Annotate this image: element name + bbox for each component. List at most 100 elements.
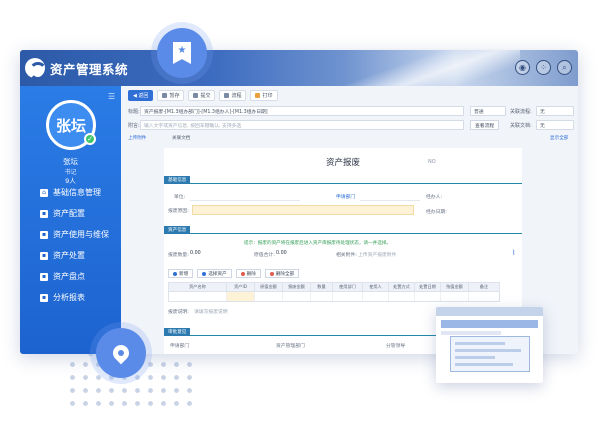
app-title: 资产管理系统 <box>50 62 129 77</box>
priority-select[interactable]: 普通 <box>470 106 506 116</box>
sidebar-item-label: 资产盘点 <box>53 272 85 281</box>
related-flow-select[interactable]: 无 <box>536 106 574 116</box>
dept-line <box>360 200 420 201</box>
plus-icon <box>173 271 177 276</box>
section-asset-label: 资产信息 <box>164 226 191 234</box>
location-badge <box>96 328 146 378</box>
table-cell[interactable] <box>169 292 227 301</box>
config-icon: ▪ <box>40 209 48 218</box>
add-asset-button[interactable]: 新增 <box>168 269 194 278</box>
reason-input[interactable] <box>192 205 414 215</box>
attach-input[interactable]: 上传资产报废附件 <box>358 251 396 258</box>
avatar-text: 张坛 <box>55 116 86 135</box>
col-header: 残值金额 <box>441 283 469 291</box>
print-icon <box>255 92 261 98</box>
remark-input[interactable]: 输入文字或资产信息, 按回车键确认, 支持多选 <box>140 120 464 130</box>
section-asset: 资产信息 <box>164 226 522 234</box>
approve-dept-label: 申请部门 <box>170 344 190 349</box>
table-cell[interactable] <box>389 292 415 301</box>
col-header: 使用部门 <box>333 283 363 291</box>
notice-text: 提示：报废的资产将在报废后进入资产库报废待处理状态，请一并选择。 <box>244 241 392 246</box>
col-header: 报废金额 <box>283 283 311 291</box>
sidebar-item-config[interactable]: ▪ 资产配置 <box>20 203 121 224</box>
table-cell[interactable] <box>441 292 469 301</box>
print-label: 打印 <box>262 92 273 99</box>
title-input[interactable]: 资产报废-[M1.3组办部门]-[M1.3组办人]-[M1.3组办日期] <box>140 106 464 116</box>
show-all-link[interactable]: 显示全部 <box>550 135 568 141</box>
card-box-line <box>455 349 521 352</box>
form-number: NO <box>428 159 436 165</box>
amount-value: 0.00 <box>276 251 287 256</box>
upload-attachment-link[interactable]: 上传附件 <box>128 135 146 141</box>
select-asset-label: 选择资产 <box>208 271 227 277</box>
sidebar-item-basic-info[interactable]: ⌂ 基础信息管理 <box>20 182 121 203</box>
flow-button[interactable]: 流程 <box>219 89 247 101</box>
sidebar-item-usage[interactable]: ▪ 资产使用与维保 <box>20 224 121 245</box>
print-button[interactable]: 打印 <box>250 89 278 101</box>
table-cell[interactable] <box>283 292 311 301</box>
attach-label: 相关附件: <box>336 253 357 258</box>
title-label: 标题: <box>128 109 140 115</box>
related-doc-select[interactable]: 无 <box>536 120 574 130</box>
floating-preview-card <box>436 307 543 383</box>
related-doc-link[interactable]: 关联文档 <box>172 135 190 141</box>
table-cell[interactable] <box>255 292 283 301</box>
search-icon[interactable]: ⌕ <box>557 60 572 75</box>
save-icon <box>162 92 168 98</box>
app-logo-icon <box>25 58 47 80</box>
card-line <box>441 331 501 335</box>
qty-label: 报废数量: <box>168 253 189 258</box>
table-cell[interactable] <box>227 292 255 301</box>
top-bar: 资产管理系统 ◉ ⁘ ⌕ <box>20 50 578 86</box>
online-check-icon: ✓ <box>84 133 96 145</box>
remark-label: 附言: <box>128 123 140 129</box>
col-header: 资产ID <box>227 283 255 291</box>
col-header: 备注 <box>479 284 489 289</box>
submit-button[interactable]: 提交 <box>188 89 216 101</box>
apps-grid-icon[interactable]: ⁘ <box>536 60 551 75</box>
table-row[interactable] <box>168 292 500 302</box>
delete-label: 删除 <box>246 271 256 277</box>
approve-leader-label: 分管领导 <box>386 344 406 349</box>
date-label: 经办日期: <box>426 210 447 215</box>
sidebar-item-inventory[interactable]: ▪ 资产盘点 <box>20 266 121 287</box>
select-asset-button[interactable]: 选择资产 <box>197 269 232 278</box>
unit-label: 单位: <box>174 195 186 200</box>
col-header: 处置方式 <box>389 283 415 291</box>
delete-all-button[interactable]: 删除全部 <box>264 269 300 278</box>
user-icon[interactable]: ◉ <box>515 60 530 75</box>
sidebar-item-label: 资产处置 <box>53 251 85 260</box>
save-draft-button[interactable]: 暂存 <box>157 89 185 101</box>
card-header <box>436 307 543 316</box>
table-cell[interactable] <box>469 292 499 301</box>
paperclip-icon[interactable]: ⌇ <box>512 249 515 257</box>
card-box-line <box>455 342 505 345</box>
unit-line <box>190 200 300 201</box>
delete-button[interactable]: 删除 <box>235 269 261 278</box>
remark-input[interactable]: 请填写报废说明 <box>194 308 228 315</box>
sidebar-item-disposal[interactable]: ▪ 资产处置 <box>20 245 121 266</box>
flow-icon <box>224 92 230 98</box>
back-button[interactable]: ◀ 返回 <box>128 89 154 101</box>
toolbar: ◀ 返回 暂存 提交 流程 打印 <box>128 89 278 101</box>
view-flow-button[interactable]: 查看流程 <box>470 120 500 130</box>
sidebar-item-label: 基础信息管理 <box>53 188 101 197</box>
sidebar-item-label: 资产配置 <box>53 209 85 218</box>
sidebar-item-reports[interactable]: ▪ 分析报表 <box>20 287 121 308</box>
header-banner-image <box>320 50 520 86</box>
bookmark-star-badge: ★ <box>157 28 207 78</box>
select-icon <box>202 271 207 276</box>
col-header: 使用人 <box>363 283 389 291</box>
menu-toggle-icon[interactable]: ☰ <box>108 92 115 101</box>
report-icon: ▪ <box>40 293 48 302</box>
card-box-line <box>455 363 513 366</box>
delete-all-icon <box>269 271 274 276</box>
table-cell[interactable] <box>363 292 389 301</box>
card-box-line <box>455 356 495 359</box>
table-cell[interactable] <box>415 292 441 301</box>
table-cell[interactable] <box>333 292 363 301</box>
table-cell[interactable] <box>311 292 333 301</box>
card-strip <box>441 320 538 328</box>
asset-table-header: 资产名称 资产ID 原值金额 报废金额 数量 使用部门 使用人 处置方式 处置日… <box>168 282 500 292</box>
user-name: 张坛 <box>63 157 78 166</box>
